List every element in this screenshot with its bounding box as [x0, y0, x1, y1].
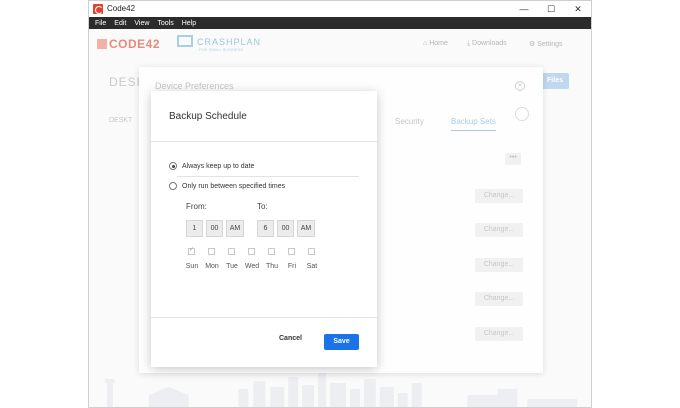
radio-always[interactable]	[169, 162, 177, 170]
maximize-button[interactable]: ☐	[544, 3, 558, 15]
more-options-button[interactable]: •••	[505, 153, 521, 165]
code42-logo: CODE42	[97, 37, 160, 51]
from-minute-field[interactable]: 00	[206, 220, 223, 237]
option-always-row[interactable]: Always keep up to date	[169, 162, 254, 170]
change-button-4[interactable]: Change...	[475, 292, 523, 306]
option-specified-row[interactable]: Only run between specified times	[169, 182, 285, 190]
from-ampm-field[interactable]: AM	[226, 220, 244, 237]
nav-home[interactable]: ⌂ Home	[423, 40, 448, 47]
change-button-2[interactable]: Change...	[475, 223, 523, 237]
from-label: From:	[186, 202, 207, 211]
code42-app-icon	[93, 4, 103, 14]
minimize-button[interactable]: —	[517, 3, 531, 15]
crashplan-logo: CRASHPLAN FOR SMALL BUSINESS	[177, 35, 261, 52]
to-minute-field[interactable]: 00	[277, 220, 294, 237]
day-label-mon: Mon	[205, 263, 219, 270]
checkbox-sun[interactable]	[188, 246, 195, 255]
checkbox-sat[interactable]	[308, 248, 315, 255]
change-button-3[interactable]: Change...	[475, 258, 523, 272]
radio-specified[interactable]	[169, 182, 177, 190]
app-header: CODE42 CRASHPLAN FOR SMALL BUSINESS ⌂ Hom…	[89, 29, 591, 57]
checkbox-wed[interactable]	[248, 248, 255, 255]
city-skyline-illustration	[104, 373, 578, 407]
nav-settings[interactable]: ⚙ Settings	[529, 40, 563, 48]
device-preferences-title: Device Preferences	[155, 81, 234, 91]
to-label: To:	[257, 202, 268, 211]
to-hour-field[interactable]: 6	[257, 220, 274, 237]
checkbox-mon[interactable]	[208, 248, 215, 255]
tab-backup-sets[interactable]: Backup Sets	[451, 117, 496, 131]
menu-help[interactable]: Help	[178, 20, 200, 27]
option-specified-label: Only run between specified times	[182, 182, 286, 190]
day-label-sun: Sun	[185, 263, 199, 270]
change-button-5[interactable]: Change...	[475, 327, 523, 341]
close-button[interactable]: ✕	[571, 3, 585, 15]
background-device-subtitle: DESKT	[109, 117, 133, 124]
gear-icon[interactable]	[515, 107, 529, 121]
option-divider	[177, 176, 359, 177]
menu-bar: File Edit View Tools Help	[89, 17, 591, 29]
option-always-label: Always keep up to date	[182, 162, 255, 170]
checkbox-fri[interactable]	[288, 248, 295, 255]
files-button[interactable]: Files	[541, 73, 569, 89]
close-icon[interactable]: ✕	[515, 81, 525, 91]
dialog-title: Backup Schedule	[169, 111, 247, 122]
day-label-tue: Tue	[226, 263, 238, 270]
day-label-thu: Thu	[265, 263, 279, 270]
from-hour-field[interactable]: 1	[186, 220, 203, 237]
change-button-1[interactable]: Change...	[475, 189, 523, 203]
menu-tools[interactable]: Tools	[153, 20, 177, 27]
tab-security[interactable]: Security	[395, 117, 424, 126]
dialog-footer-divider	[151, 317, 377, 318]
nav-downloads[interactable]: ⤓ Downloads	[467, 40, 507, 48]
menu-file[interactable]: File	[91, 20, 110, 27]
backup-schedule-dialog: Backup Schedule Always keep up to date O…	[151, 91, 377, 367]
checkbox-tue[interactable]	[228, 248, 235, 255]
title-bar: Code42 — ☐ ✕	[89, 1, 591, 17]
menu-edit[interactable]: Edit	[110, 20, 130, 27]
dialog-header-divider	[151, 141, 377, 142]
day-label-wed: Wed	[244, 263, 260, 270]
to-ampm-field[interactable]: AM	[297, 220, 315, 237]
checkbox-thu[interactable]	[268, 248, 275, 255]
window-title: Code42	[107, 4, 136, 13]
save-button[interactable]: Save	[324, 334, 359, 350]
menu-view[interactable]: View	[130, 20, 153, 27]
day-label-fri: Fri	[287, 263, 297, 270]
cancel-button[interactable]: Cancel	[279, 335, 302, 342]
day-label-sat: Sat	[306, 263, 318, 270]
